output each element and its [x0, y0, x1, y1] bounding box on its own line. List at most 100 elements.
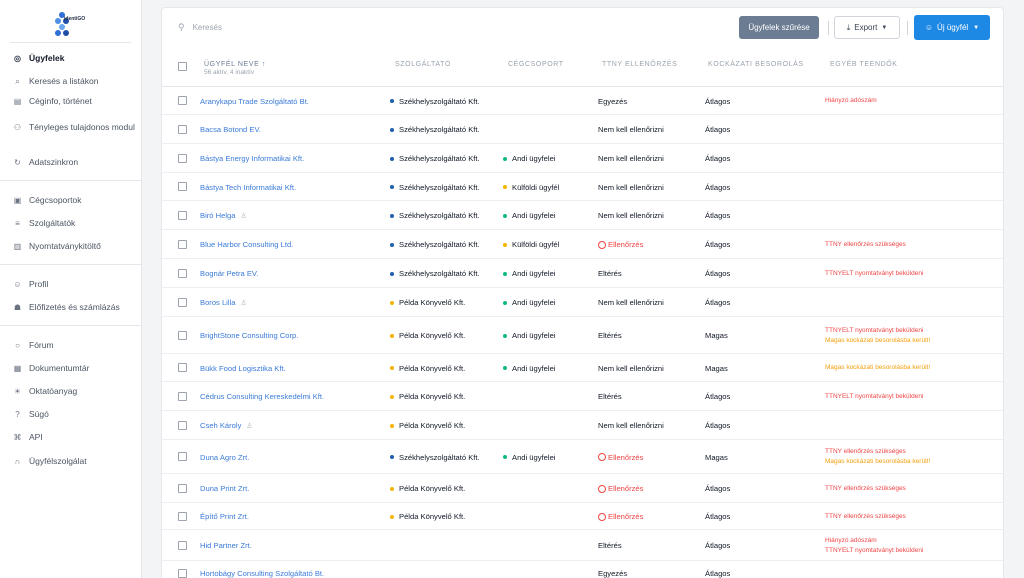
client-name-cell[interactable]: Blue Harbor Consulting Ltd. — [200, 240, 293, 250]
row-checkbox[interactable] — [178, 511, 187, 521]
client-name-cell[interactable]: Duna Agro Zrt. — [200, 452, 249, 462]
table-row[interactable]: Hid Partner Zrt. Eltérés Átlagos Hiányzó ad… — [162, 530, 1005, 561]
client-name-cell[interactable]: Hortobágy Consulting Szolgáltató Bt. — [200, 569, 324, 578]
sidebar-item-search[interactable]: ⌕ Keresés a listákon — [12, 76, 138, 87]
client-name-link[interactable]: Bástya Energy Informatikai Kft. — [200, 154, 304, 163]
client-name-cell[interactable]: Bognár Petra EV. — [200, 269, 258, 279]
table-row[interactable]: Biró Helga ♙ Székhelyszolgáltató Kft. Andi … — [162, 201, 1005, 230]
sidebar-item-calendar[interactable]: ▤ Céginfo, történet — [12, 96, 138, 107]
table-row[interactable]: Bükk Food Logisztika Kft. Példa Könyvelő … — [162, 354, 1005, 382]
client-name-link[interactable]: Aranykapu Trade Szolgáltató Bt. — [200, 97, 309, 106]
sidebar-item-label: Súgó — [29, 409, 49, 419]
table-row[interactable]: Blue Harbor Consulting Ltd. Székhelyszolg… — [162, 230, 1005, 259]
new-client-button[interactable]: ☺ Új ügyfél ▼ — [914, 15, 990, 40]
column-header-name[interactable]: Ügyfél neve ↑ — [204, 61, 266, 68]
sidebar-item-chat[interactable]: ○ Fórum — [12, 340, 138, 351]
row-checkbox[interactable] — [178, 330, 187, 340]
client-name-cell[interactable]: Biró Helga ♙ — [200, 211, 247, 221]
table-row[interactable]: Aranykapu Trade Szolgáltató Bt. Székhelys… — [162, 87, 1005, 115]
table-row[interactable]: Bacsa Botond EV. Székhelyszolgáltató Kft.… — [162, 115, 1005, 144]
client-name-link[interactable]: Duna Print Zrt. — [200, 484, 249, 493]
risk-label: Átlagos — [705, 512, 731, 521]
sidebar-item-book[interactable]: ▦ Dokumentumtár — [12, 363, 138, 374]
sidebar-item-command[interactable]: ⌘ API — [12, 432, 138, 443]
risk-label: Magas — [705, 363, 728, 373]
client-name-link[interactable]: Blue Harbor Consulting Ltd. — [200, 240, 293, 249]
sidebar-item-archive[interactable]: ▣ Cégcsoportok — [12, 195, 138, 206]
client-name-link[interactable]: Bástya Tech Informatikai Kft. — [200, 183, 296, 192]
row-checkbox[interactable] — [178, 153, 187, 163]
client-name-link[interactable]: Bükk Food Logisztika Kft. — [200, 364, 286, 373]
export-button[interactable]: ⤓ Export ▼ — [834, 16, 900, 39]
client-name-cell[interactable]: Cseh Károly ♙ — [200, 421, 253, 431]
row-checkbox[interactable] — [178, 124, 187, 134]
client-name-link[interactable]: Hid Partner Zrt. — [200, 541, 252, 550]
sidebar-item-cart[interactable]: ☗ Előfizetés és számlázás — [12, 302, 138, 313]
row-checkbox[interactable] — [178, 420, 187, 430]
client-name-link[interactable]: Cseh Károly — [200, 421, 241, 430]
row-checkbox[interactable] — [178, 96, 187, 105]
client-name-link[interactable]: Hortobágy Consulting Szolgáltató Bt. — [200, 569, 324, 578]
column-header-group[interactable]: Cégcsoport — [508, 61, 564, 68]
client-name-link[interactable]: Bognár Petra EV. — [200, 269, 258, 278]
row-checkbox[interactable] — [178, 452, 187, 461]
table-row[interactable]: Bástya Tech Informatikai Kft. Székhelyszo… — [162, 173, 1005, 201]
client-name-cell[interactable]: Duna Print Zrt. — [200, 484, 249, 494]
sidebar-item-layers[interactable]: ≡ Szolgáltatók — [12, 218, 138, 229]
client-name-cell[interactable]: Bástya Tech Informatikai Kft. — [200, 182, 296, 192]
client-name-cell[interactable]: Cédrus Consulting Kereskedelmi Kft. — [200, 392, 324, 402]
row-checkbox[interactable] — [178, 540, 187, 550]
sidebar-item-headset[interactable]: ∩ Ügyfélszolgálat — [12, 456, 138, 467]
row-checkbox[interactable] — [178, 363, 187, 372]
client-name-cell[interactable]: Bükk Food Logisztika Kft. — [200, 363, 286, 373]
row-checkbox[interactable] — [178, 483, 187, 493]
client-name-link[interactable]: Építő Print Zrt. — [200, 512, 249, 521]
client-name-cell[interactable]: Boros Lilla ♙ — [200, 298, 247, 308]
table-row[interactable]: Építő Print Zrt. Példa Könyvelő Kft. Ellen… — [162, 503, 1005, 530]
client-name-cell[interactable]: Építő Print Zrt. — [200, 512, 249, 522]
table-row[interactable]: Duna Agro Zrt. Székhelyszolgáltató Kft. An… — [162, 440, 1005, 474]
client-name-cell[interactable]: Aranykapu Trade Szolgáltató Bt. — [200, 96, 309, 106]
row-checkbox[interactable] — [178, 297, 187, 307]
sidebar-item-owners[interactable]: ⚇ Tényleges tulajdonos modul — [12, 122, 138, 133]
row-checkbox[interactable] — [178, 391, 187, 401]
new-client-button-label: Új ügyfél — [937, 23, 969, 32]
select-all-checkbox[interactable] — [178, 62, 187, 71]
sidebar-item-sync[interactable]: ↻ Adatszinkron — [12, 157, 138, 168]
sidebar-item-help[interactable]: ? Súgó — [12, 409, 138, 420]
sidebar-item-user[interactable]: ☺ Profil — [12, 279, 138, 290]
table-row[interactable]: Cédrus Consulting Kereskedelmi Kft. Példa… — [162, 382, 1005, 411]
table-row[interactable]: Duna Print Zrt. Példa Könyvelő Kft. Ellenő… — [162, 474, 1005, 503]
client-name-link[interactable]: Boros Lilla — [200, 298, 235, 307]
client-name-cell[interactable]: Hid Partner Zrt. — [200, 541, 252, 551]
row-checkbox[interactable] — [178, 568, 187, 578]
client-name-cell[interactable]: Bacsa Botond EV. — [200, 125, 261, 135]
sidebar-item-document[interactable]: ▥ Nyomtatványkitöltő — [12, 241, 138, 252]
row-checkbox[interactable] — [178, 239, 187, 249]
client-name-link[interactable]: BrightStone Consulting Corp. — [200, 331, 298, 340]
client-name-link[interactable]: Cédrus Consulting Kereskedelmi Kft. — [200, 392, 324, 401]
table-row[interactable]: Bognár Petra EV. Székhelyszolgáltató Kft.… — [162, 259, 1005, 288]
column-header-ttny[interactable]: TTNY ellenőrzés — [602, 61, 677, 68]
table-row[interactable]: BrightStone Consulting Corp. Példa Könyve… — [162, 317, 1005, 354]
row-checkbox[interactable] — [178, 268, 187, 278]
sidebar-item-clients[interactable]: ◎ Ügyfelek — [12, 53, 138, 64]
client-name-link[interactable]: Bacsa Botond EV. — [200, 125, 261, 134]
table-row[interactable]: Boros Lilla ♙ Példa Könyvelő Kft. Andi ügyf… — [162, 288, 1005, 317]
filter-clients-button[interactable]: Ügyfelek szűrése — [739, 16, 819, 39]
client-name-cell[interactable]: Bástya Energy Informatikai Kft. — [200, 154, 304, 164]
column-header-provider[interactable]: Szolgáltató — [395, 61, 451, 68]
column-header-risk[interactable]: Kockázati besorolás — [708, 61, 804, 68]
provider-cell: Székhelyszolgáltató Kft. — [390, 154, 480, 164]
client-name-link[interactable]: Duna Agro Zrt. — [200, 453, 249, 462]
row-checkbox[interactable] — [178, 210, 187, 220]
table-row[interactable]: Hortobágy Consulting Szolgáltató Bt. Egye… — [162, 561, 1005, 578]
provider-label: Székhelyszolgáltató Kft. — [399, 452, 480, 462]
client-name-link[interactable]: Biró Helga — [200, 211, 235, 220]
search-input[interactable]: ⚲ Keresés — [178, 22, 222, 33]
sidebar-item-sun[interactable]: ☀ Oktatóanyag — [12, 386, 138, 397]
table-row[interactable]: Cseh Károly ♙ Példa Könyvelő Kft. Nem kell … — [162, 411, 1005, 440]
table-row[interactable]: Bástya Energy Informatikai Kft. Székhelys… — [162, 144, 1005, 173]
client-name-cell[interactable]: BrightStone Consulting Corp. — [200, 331, 298, 341]
row-checkbox[interactable] — [178, 182, 187, 191]
